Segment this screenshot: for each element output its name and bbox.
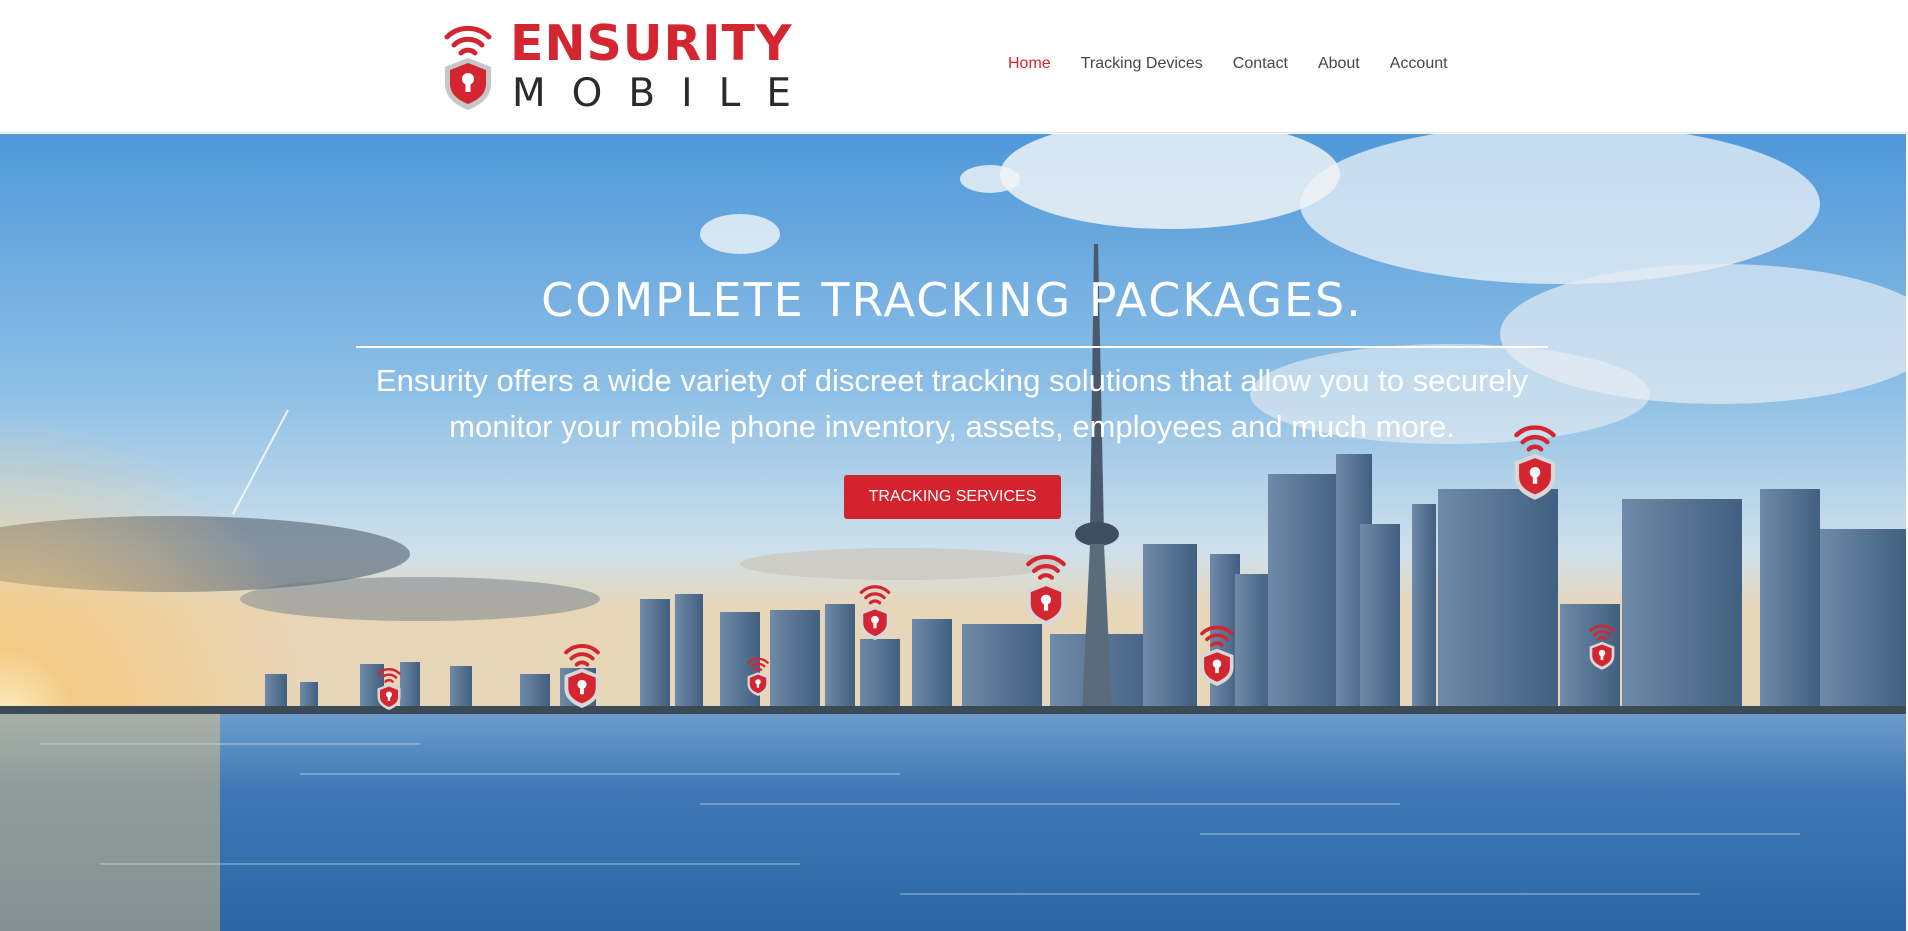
shield-lock-wifi-icon (1589, 624, 1615, 670)
brand-name-secondary: MOBILE (512, 71, 817, 116)
hero-title: COMPLETE TRACKING PACKAGES. (541, 273, 1363, 327)
shield-lock-wifi-icon (1200, 625, 1234, 686)
hero-divider (356, 346, 1548, 348)
shield-lock-wifi-icon (747, 657, 769, 696)
nav-link-account[interactable]: Account (1390, 52, 1448, 76)
shield-lock-wifi-icon (377, 667, 401, 710)
shield-lock-wifi-icon (564, 644, 600, 708)
hero-section: COMPLETE TRACKING PACKAGES. Ensurity off… (0, 134, 1906, 931)
nav-link-tracking-devices[interactable]: Tracking Devices (1081, 52, 1203, 76)
city-skyline-background-image (0, 134, 1906, 931)
main-nav: Home Tracking Devices Contact About Acco… (1008, 52, 1448, 76)
shield-lock-wifi-icon (859, 585, 891, 640)
brand-name-primary: ENSURITY (510, 15, 793, 72)
nav-link-home[interactable]: Home (1008, 52, 1051, 76)
nav-link-contact[interactable]: Contact (1233, 52, 1288, 76)
shield-lock-wifi-icon (444, 25, 492, 110)
brand-logo[interactable]: ENSURITY MOBILE (442, 16, 791, 116)
tracking-services-button[interactable]: TRACKING SERVICES (844, 475, 1061, 519)
hero-description: Ensurity offers a wide variety of discre… (375, 363, 1529, 444)
nav-link-about[interactable]: About (1318, 52, 1360, 76)
site-header: ENSURITY MOBILE Home Tracking Devices Co… (0, 0, 1908, 133)
shield-lock-wifi-icon (1026, 554, 1066, 626)
